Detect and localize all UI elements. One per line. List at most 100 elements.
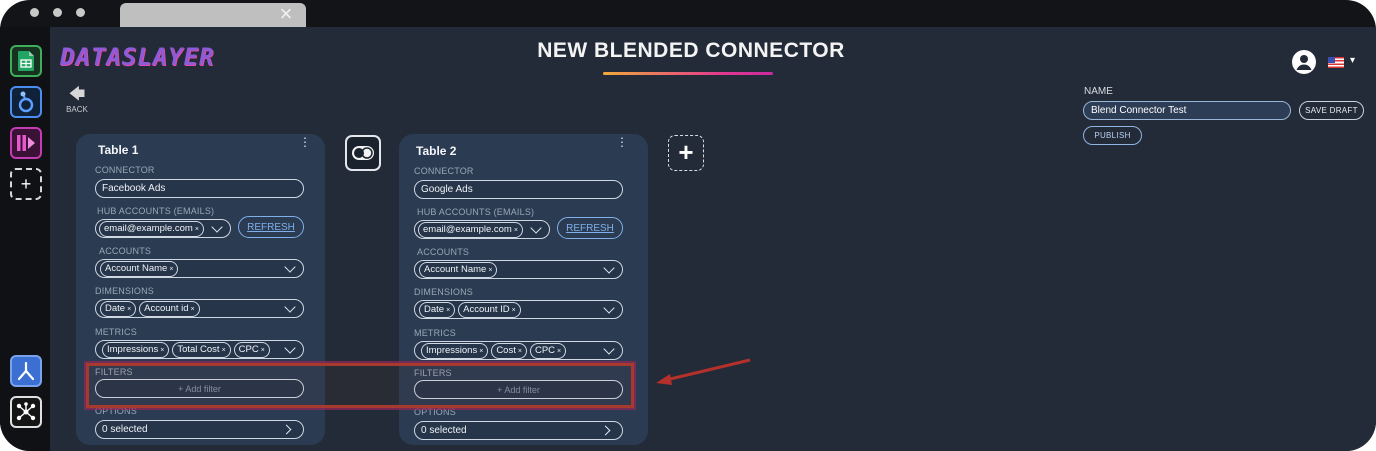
hub-icon[interactable] [10, 396, 42, 428]
chevron-down-icon[interactable] [530, 222, 542, 234]
dimension-chip[interactable]: Date × [100, 300, 137, 317]
back-arrow-icon: 🡄 [68, 86, 86, 103]
dimensions-select[interactable]: Date × Account ID × [414, 300, 623, 319]
chip-remove-icon[interactable]: × [127, 306, 131, 313]
chip-remove-icon[interactable]: × [514, 227, 518, 234]
options-value: 0 selected [102, 424, 148, 435]
window-dot-maximize[interactable] [76, 8, 85, 17]
window-dot-close[interactable] [30, 8, 39, 17]
metric-chip[interactable]: CPC × [529, 342, 567, 359]
metric-chip[interactable]: Impressions × [102, 341, 170, 358]
dimension-chip[interactable]: Date × [419, 301, 456, 318]
annotation-arrow-icon [656, 358, 751, 385]
google-sheets-icon[interactable] [10, 45, 42, 77]
chevron-down-icon[interactable] [284, 342, 296, 354]
table-menu-icon[interactable]: ⋮ [616, 136, 628, 148]
accounts-select[interactable]: Account Name × [95, 259, 304, 278]
table-menu-icon[interactable]: ⋮ [299, 136, 311, 148]
account-chip[interactable]: Account Name × [419, 261, 498, 278]
filters-highlight-box [86, 363, 634, 408]
chip-remove-icon[interactable]: × [160, 347, 164, 354]
refresh-button[interactable]: REFRESH [557, 217, 623, 239]
main-content: DATASLAYER 🡄 BACK NEW BLENDED CONNECTOR … [50, 27, 1376, 451]
blend-icon[interactable] [10, 355, 42, 387]
chip-label: Account ID [463, 303, 510, 315]
metric-chip[interactable]: CPC × [233, 341, 270, 358]
connector-select[interactable]: Facebook Ads [95, 179, 304, 198]
dimension-chip[interactable]: Account id × [139, 300, 200, 317]
user-avatar-icon[interactable] [1292, 50, 1316, 74]
window-dot-minimize[interactable] [53, 8, 62, 17]
refresh-button[interactable]: REFRESH [238, 216, 304, 238]
chip-label: Total Cost [177, 343, 220, 355]
connector-value: Facebook Ads [102, 183, 166, 194]
connector-name-input[interactable] [1083, 101, 1291, 120]
accounts-select[interactable]: Account Name × [414, 260, 623, 279]
chip-remove-icon[interactable]: × [518, 348, 522, 355]
tab-close-icon[interactable]: × [276, 3, 296, 25]
chip-remove-icon[interactable]: × [169, 266, 173, 273]
back-button[interactable]: 🡄 BACK [65, 86, 89, 115]
chip-label: CPC [534, 344, 556, 356]
dimensions-select[interactable]: Date × Account id × [95, 299, 304, 318]
hub-accounts-select[interactable]: email@example.com × [95, 219, 231, 238]
blend-type-toggle[interactable] [345, 135, 381, 171]
chip-remove-icon[interactable]: × [512, 307, 516, 314]
connector-select[interactable]: Google Ads [414, 180, 623, 199]
chevron-down-icon[interactable] [284, 261, 296, 273]
language-caret-down-icon[interactable]: ▾ [1350, 55, 1355, 66]
chip-label: Date [105, 302, 126, 314]
dimension-chip[interactable]: Account ID × [458, 301, 521, 318]
chip-remove-icon[interactable]: × [488, 267, 492, 274]
publish-button[interactable]: PUBLISH [1083, 126, 1142, 145]
connector-label: CONNECTOR [414, 166, 474, 176]
browser-tab[interactable]: × [120, 3, 306, 27]
options-label: OPTIONS [414, 407, 456, 417]
save-draft-button[interactable]: SAVE DRAFT [1299, 101, 1364, 120]
chip-remove-icon[interactable]: × [261, 347, 265, 354]
chevron-right-icon[interactable] [281, 424, 292, 435]
chip-remove-icon[interactable]: × [222, 347, 226, 354]
connector-value: Google Ads [421, 184, 473, 195]
accounts-label: ACCOUNTS [417, 247, 470, 257]
chip-remove-icon[interactable]: × [191, 306, 195, 313]
chevron-down-icon[interactable] [284, 301, 296, 313]
metric-chip[interactable]: Total Cost × [172, 341, 231, 358]
hub-account-chip[interactable]: email@example.com × [99, 220, 204, 237]
chip-label: Date [424, 303, 445, 315]
window-controls [30, 8, 85, 17]
hub-accounts-label: HUB ACCOUNTS (EMAILS) [97, 206, 215, 216]
connector-label: CONNECTOR [95, 165, 155, 175]
chip-label: Impressions [107, 343, 159, 355]
back-label: BACK [66, 105, 88, 114]
hub-accounts-select[interactable]: email@example.com × [414, 220, 550, 239]
chip-label: Impressions [426, 344, 478, 356]
add-table-button[interactable]: + [668, 135, 704, 171]
add-destination-icon[interactable]: + [10, 168, 42, 200]
chip-remove-icon[interactable]: × [446, 307, 450, 314]
us-flag-icon[interactable] [1328, 57, 1344, 68]
chevron-down-icon[interactable] [603, 262, 615, 274]
looker-studio-icon[interactable] [10, 86, 42, 118]
chip-remove-icon[interactable]: × [557, 348, 561, 355]
metrics-select[interactable]: Impressions × Total Cost × CPC × [95, 340, 304, 359]
page-title: NEW BLENDED CONNECTOR [537, 39, 845, 62]
metric-chip[interactable]: Cost × [491, 342, 527, 359]
account-chip[interactable]: Account Name × [100, 260, 179, 277]
options-value: 0 selected [421, 425, 467, 436]
chip-remove-icon[interactable]: × [479, 348, 483, 355]
chevron-down-icon[interactable] [603, 302, 615, 314]
chevron-down-icon[interactable] [603, 343, 615, 355]
chevron-down-icon[interactable] [211, 221, 223, 233]
dimensions-label: DIMENSIONS [414, 287, 474, 297]
accounts-label: ACCOUNTS [99, 246, 152, 256]
power-bi-icon[interactable] [10, 127, 42, 159]
metric-chip[interactable]: Impressions × [421, 342, 489, 359]
options-select[interactable]: 0 selected [414, 421, 623, 440]
table-title: Table 2 [416, 144, 457, 158]
chip-remove-icon[interactable]: × [195, 226, 199, 233]
chevron-right-icon[interactable] [600, 425, 611, 436]
metrics-select[interactable]: Impressions × Cost × CPC × [414, 341, 623, 360]
hub-account-chip[interactable]: email@example.com × [418, 221, 523, 238]
options-select[interactable]: 0 selected [95, 420, 304, 439]
